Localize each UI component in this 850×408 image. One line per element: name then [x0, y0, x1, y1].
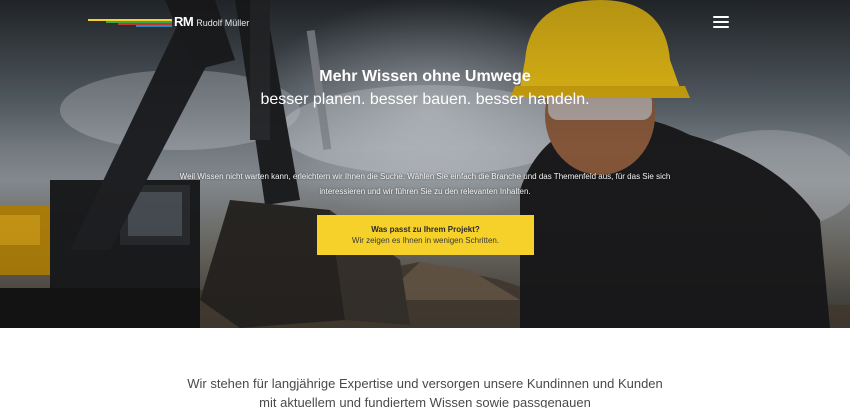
brand-logo[interactable]: RM Rudolf Müller: [88, 12, 249, 30]
cta-title: Was passt zu Ihrem Projekt?: [371, 225, 480, 234]
statement-line-2: mit aktuellem und fundiertem Wissen sowi…: [259, 395, 591, 408]
hero-headline: Mehr Wissen ohne Umwege: [319, 68, 531, 85]
logo-mark: RM: [174, 13, 194, 29]
cta-subtitle: Wir zeigen es Ihnen in wenigen Schritten…: [351, 236, 500, 245]
project-finder-button[interactable]: Was passt zu Ihrem Projekt? Wir zeigen e…: [317, 215, 534, 255]
hero-intro-line-1: Weil Wissen nicht warten kann, erleichte…: [179, 172, 671, 181]
menu-bar-middle: [713, 21, 729, 23]
logo-stripes-icon: [88, 14, 172, 28]
hero-banner: [0, 0, 850, 328]
logo-wordmark: RM Rudolf Müller: [174, 14, 249, 29]
menu-bar-bottom: [713, 26, 729, 28]
hero-intro: Weil Wissen nicht warten kann, erleichte…: [170, 169, 680, 199]
logo-name: Rudolf Müller: [196, 17, 250, 28]
statement-line-1: Wir stehen für langjährige Expertise und…: [187, 376, 663, 391]
logo-stripe-blue: [136, 25, 172, 27]
menu-bar-top: [713, 16, 729, 18]
hero-intro-line-2: interessieren und wir führen Sie zu den …: [319, 187, 531, 196]
hero-subheadline: besser planen. besser bauen. besser hand…: [260, 91, 590, 108]
menu-button[interactable]: [712, 14, 730, 30]
intro-statement: Wir stehen für langjährige Expertise und…: [0, 374, 850, 408]
hero-overlay: [0, 0, 850, 328]
